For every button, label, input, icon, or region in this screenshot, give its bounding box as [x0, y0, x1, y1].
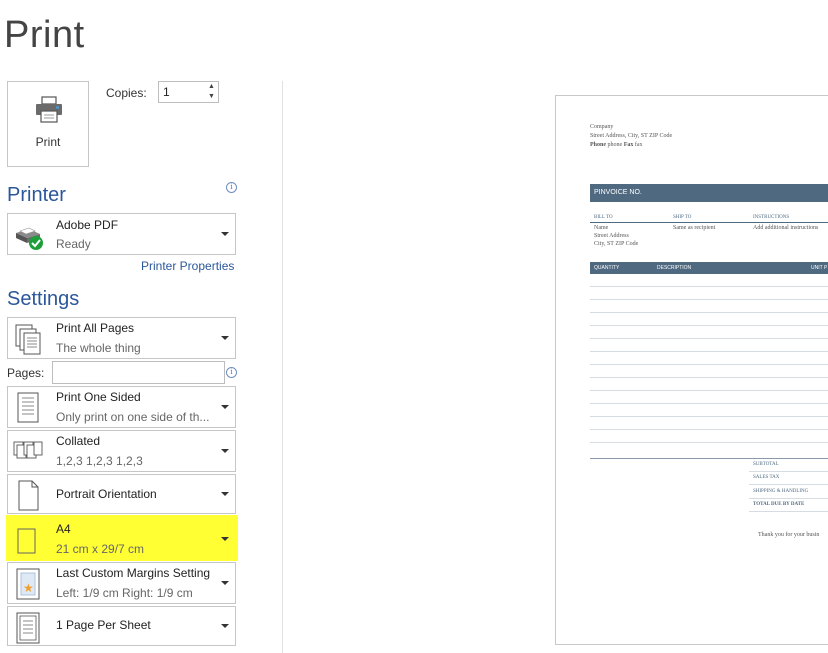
collation-desc: 1,2,3 1,2,3 1,2,3 — [56, 454, 143, 468]
paper-size-icon — [17, 528, 36, 554]
printer-heading: Printer — [7, 184, 66, 206]
copies-label: Copies: — [106, 86, 147, 100]
chevron-down-icon — [221, 581, 229, 585]
settings-heading: Settings — [7, 288, 80, 310]
pages-per-sheet-dropdown[interactable]: 1 Page Per Sheet — [7, 606, 236, 646]
col-unit-price: UNIT P — [811, 265, 828, 271]
items-header-bar: QUANTITY DESCRIPTION UNIT P — [590, 262, 828, 274]
item-row-line — [590, 299, 828, 300]
sides-dropdown[interactable]: Print One Sided Only print on one side o… — [7, 386, 236, 428]
printer-icon — [36, 96, 62, 123]
printer-info-icon[interactable]: i — [226, 182, 237, 193]
printer-status: Ready — [56, 237, 91, 251]
item-row-line — [590, 338, 828, 339]
margins-label: Last Custom Margins Setting — [56, 566, 211, 580]
svg-text:★: ★ — [23, 581, 34, 595]
totals-line — [749, 471, 828, 472]
pages-label: Pages: — [7, 366, 45, 380]
margins-desc: Left: 1/9 cm Right: 1/9 cm — [56, 586, 193, 600]
subtotal-label: SUBTOTAL — [753, 462, 779, 467]
invoice-heading-bar: PINVOICE NO. — [590, 184, 828, 202]
collated-icon — [13, 441, 43, 459]
invoice-company: Company — [590, 124, 614, 130]
ship-value: Same as recipient — [673, 225, 716, 231]
sides-desc: Only print on one side of th... — [56, 410, 210, 424]
collation-label: Collated — [56, 434, 101, 448]
ship-to-label: SHIP TO — [673, 215, 692, 220]
print-range-desc: The whole thing — [56, 341, 141, 355]
total-due-label: TOTAL DUE BY DATE — [753, 502, 805, 507]
pages-per-sheet-label: 1 Page Per Sheet — [56, 618, 151, 632]
thank-you-note: Thank you for your busin — [758, 532, 820, 538]
bill-to-label: BILL TO — [594, 215, 613, 220]
chevron-down-icon — [221, 624, 229, 628]
chevron-down-icon — [221, 405, 229, 409]
copies-increment[interactable]: ▲ — [207, 83, 216, 91]
bill-street: Street Address — [594, 233, 629, 239]
totals-line — [749, 511, 828, 512]
instructions-value: Add additional instructions — [753, 225, 819, 231]
margins-dropdown[interactable]: ★ Last Custom Margins Setting Left: 1/9 … — [7, 562, 236, 604]
totals-line — [749, 484, 828, 485]
printer-properties-link[interactable]: Printer Properties — [141, 259, 234, 273]
header-rule — [590, 222, 828, 223]
sides-label: Print One Sided — [56, 390, 141, 404]
item-row-line — [590, 377, 828, 378]
sales-tax-label: SALES TAX — [753, 475, 780, 480]
bill-city: City, ST ZIP Code — [594, 241, 639, 247]
chevron-down-icon — [221, 336, 229, 340]
chevron-down-icon — [221, 537, 229, 541]
totals-line — [749, 498, 828, 499]
copies-value: 1 — [163, 85, 170, 99]
item-row-line — [590, 286, 828, 287]
paper-size-dropdown[interactable]: A4 21 cm x 29/7 cm — [7, 518, 236, 560]
invoice-address: Street Address, City, ST ZIP Code — [590, 133, 673, 139]
shipping-label: SHIPPING & HANDLING — [753, 489, 809, 494]
pages-info-icon[interactable]: i — [226, 367, 237, 378]
collation-dropdown[interactable]: Collated 1,2,3 1,2,3 1,2,3 — [7, 430, 236, 472]
chevron-down-icon — [221, 449, 229, 453]
one-sided-icon — [17, 392, 39, 423]
instructions-label: INSTRUCTIONS — [753, 215, 790, 220]
copies-field[interactable]: 1 ▲ ▼ — [158, 81, 219, 103]
col-description: DESCRIPTION — [657, 265, 692, 271]
item-row-line — [590, 364, 828, 365]
panel-divider — [282, 81, 283, 653]
orientation-label: Portrait Orientation — [56, 487, 157, 501]
copies-decrement[interactable]: ▼ — [207, 93, 216, 101]
orientation-dropdown[interactable]: Portrait Orientation — [7, 474, 236, 514]
print-button[interactable]: Print — [7, 81, 89, 167]
paper-size-desc: 21 cm x 29/7 cm — [56, 542, 145, 556]
chevron-down-icon — [221, 492, 229, 496]
page-per-sheet-icon — [16, 612, 40, 644]
item-row-line — [590, 325, 828, 326]
pdf-printer-icon — [16, 227, 43, 250]
item-row-line — [590, 403, 828, 404]
print-range-label: Print All Pages — [56, 321, 135, 335]
invoice-heading: PINVOICE NO. — [594, 189, 642, 196]
portrait-icon — [18, 480, 39, 511]
pages-icon — [15, 324, 41, 355]
item-row-line — [590, 312, 828, 313]
col-quantity: QUANTITY — [594, 265, 620, 271]
print-range-dropdown[interactable]: Print All Pages The whole thing — [7, 317, 236, 359]
printer-name: Adobe PDF — [56, 218, 119, 232]
pages-field[interactable] — [52, 361, 225, 384]
items-bottom-rule — [590, 458, 828, 459]
item-row-line — [590, 429, 828, 430]
page-title: Print — [4, 14, 85, 56]
invoice-contact: Phone phone Fax fax — [590, 142, 643, 148]
custom-margins-icon: ★ — [16, 568, 40, 600]
chevron-down-icon — [221, 232, 229, 236]
item-row-line — [590, 390, 828, 391]
bill-name: Name — [594, 225, 609, 231]
print-button-label: Print — [35, 135, 61, 149]
item-row-line — [590, 442, 828, 443]
item-row-line — [590, 416, 828, 417]
print-preview[interactable]: Company Street Address, City, ST ZIP Cod… — [555, 95, 828, 645]
printer-dropdown[interactable]: Adobe PDF Ready — [7, 213, 236, 255]
item-row-line — [590, 351, 828, 352]
paper-size-label: A4 — [56, 522, 71, 536]
